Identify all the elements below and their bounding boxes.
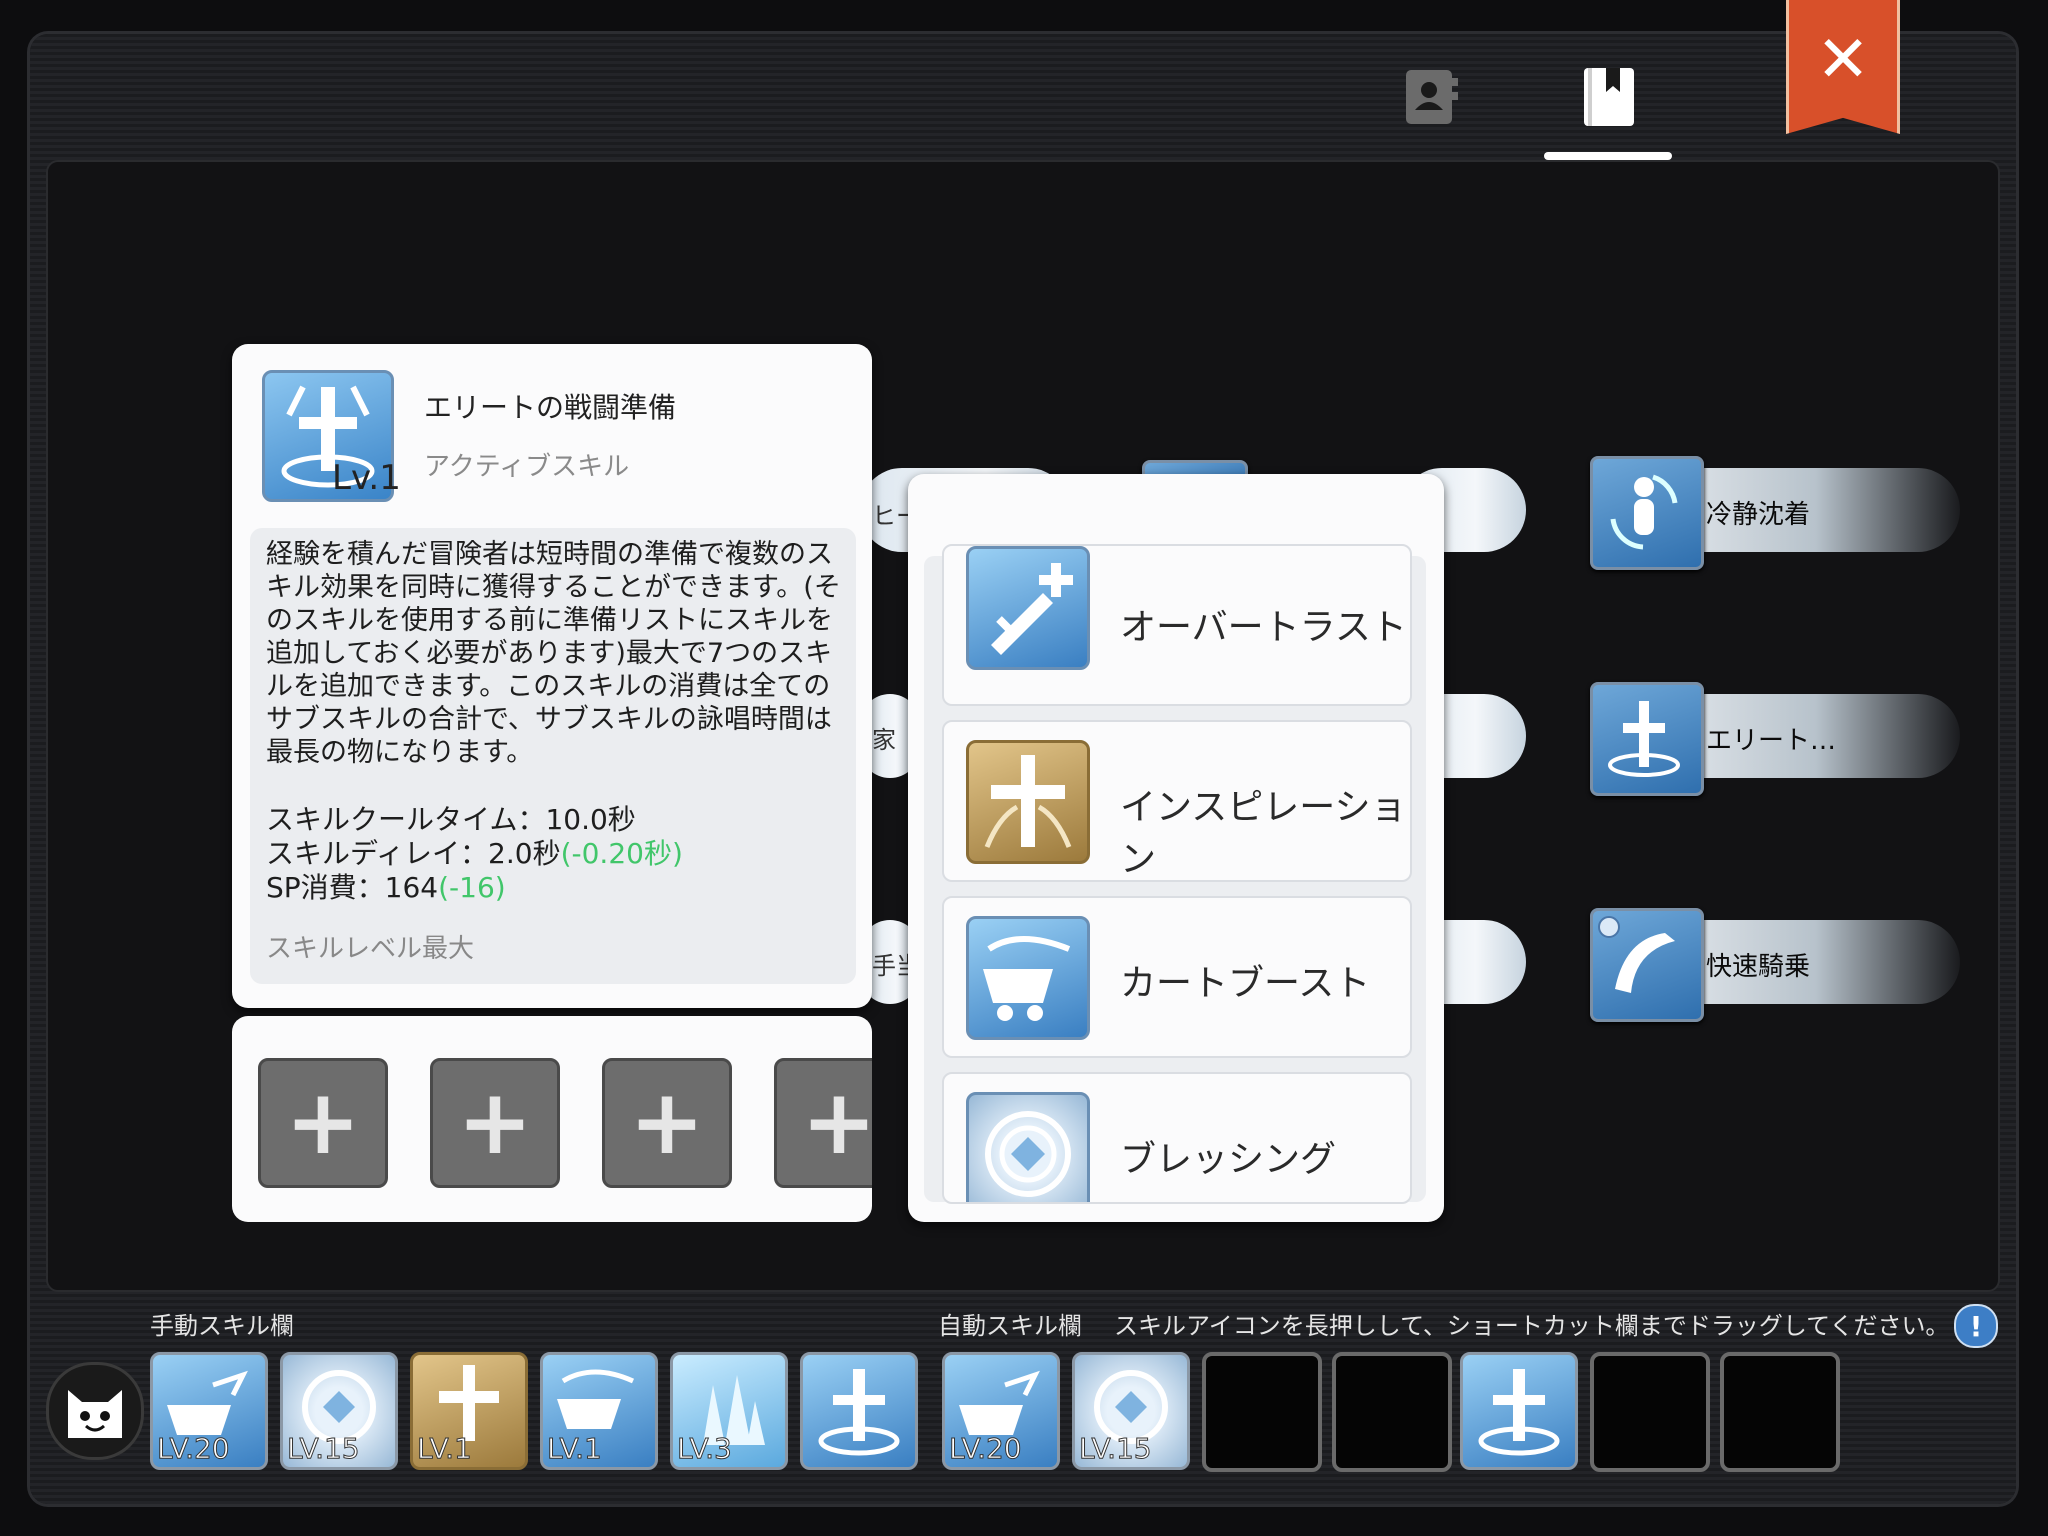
elite-prep-icon	[818, 1369, 900, 1456]
slot-level: LV.1	[547, 1432, 603, 1466]
cat-avatar[interactable]	[46, 1362, 144, 1460]
active-tab-indicator	[1544, 152, 1672, 160]
add-skill-slot-3[interactable]: +	[602, 1058, 732, 1188]
delay-bonus: (-0.20秒)	[560, 837, 683, 870]
plus-icon: +	[629, 1070, 705, 1175]
tab-profile[interactable]	[1396, 62, 1466, 132]
fast-riding-tree-icon[interactable]	[1590, 908, 1704, 1022]
slot-level: LV.3	[677, 1432, 733, 1466]
manual-slot-5[interactable]: LV.3	[670, 1352, 788, 1470]
skill-option-overtrust[interactable]: オーバートラスト	[942, 544, 1412, 706]
close-icon: ✕	[1816, 23, 1870, 97]
slot-level: LV.1	[417, 1432, 473, 1466]
plus-icon: +	[801, 1070, 872, 1175]
skill-option-label: カートブースト	[1120, 963, 1371, 1004]
tree-skill-label-calm: 冷静沈着	[1706, 500, 1811, 530]
tree-skill-label-riding: 快速騎乗	[1706, 952, 1811, 982]
plus-icon: +	[285, 1070, 361, 1175]
bookmark-book-icon	[1584, 68, 1634, 126]
auto-slot-1[interactable]: LV.20	[942, 1352, 1060, 1470]
cart-icon	[966, 916, 1090, 1040]
detail-skill-name: エリートの戦闘準備	[424, 391, 677, 424]
stat-sp: SP消費：164(-16)	[266, 871, 506, 904]
info-icon[interactable]: !	[1954, 1304, 1998, 1348]
manual-slot-4[interactable]: LV.1	[540, 1352, 658, 1470]
auto-slot-7[interactable]	[1720, 1352, 1840, 1472]
auto-skill-bar-label: 自動スキル欄	[938, 1312, 1082, 1340]
auto-slot-2[interactable]: LV.15	[1072, 1352, 1190, 1470]
skill-option-label: ブレッシング	[1120, 1139, 1337, 1180]
manual-skill-bar-label: 手動スキル欄	[150, 1312, 294, 1340]
prep-slot-panel: + + + +	[232, 1016, 872, 1222]
tree-skill-label-elite: エリート…	[1706, 726, 1837, 756]
sword-plus-icon	[966, 546, 1090, 670]
cat-face-icon	[68, 1390, 122, 1438]
elite-prep-icon	[1478, 1369, 1560, 1456]
manual-slot-1[interactable]: LV.20	[150, 1352, 268, 1470]
slot-level: LV.15	[287, 1432, 361, 1466]
tab-skills[interactable]	[1574, 62, 1644, 132]
blessing-icon	[966, 1092, 1090, 1202]
slot-level: LV.15	[1079, 1432, 1153, 1466]
plus-icon: +	[457, 1070, 533, 1175]
tree-fragment-2: 家	[872, 726, 896, 754]
elite-prep-tree-icon[interactable]	[1590, 682, 1704, 796]
skill-option-cartboost[interactable]: カートブースト	[942, 896, 1412, 1058]
slot-level: LV.20	[949, 1432, 1023, 1466]
add-skill-slot-4[interactable]: +	[774, 1058, 872, 1188]
sp-bonus: (-16)	[438, 871, 506, 904]
max-level-note: スキルレベル最大	[266, 934, 475, 964]
skill-option-blessing[interactable]: ブレッシング	[942, 1072, 1412, 1204]
skill-option-label: オーバートラスト	[1120, 607, 1407, 648]
close-button[interactable]: ✕	[1786, 0, 1900, 134]
manual-slot-6[interactable]	[800, 1352, 918, 1470]
detail-skill-type: アクティブスキル	[424, 452, 630, 482]
manual-slot-2[interactable]: LV.15	[280, 1352, 398, 1470]
contact-book-icon	[1406, 70, 1458, 124]
skill-description: 経験を積んだ冒険者は短時間の準備で複数のスキル効果を同時に獲得することができます…	[266, 539, 841, 768]
auto-slot-5[interactable]	[1460, 1352, 1578, 1470]
detail-level: Lv.1	[332, 458, 401, 498]
slot-level: LV.20	[157, 1432, 231, 1466]
auto-slot-6[interactable]	[1590, 1352, 1710, 1472]
golden-cross-icon	[966, 740, 1090, 864]
calm-skill-icon[interactable]	[1590, 456, 1704, 570]
skill-option-inspiration[interactable]: インスピレーション	[942, 720, 1412, 882]
add-skill-slot-2[interactable]: +	[430, 1058, 560, 1188]
skill-option-label: インスピレーション	[1120, 787, 1407, 880]
manual-slot-3[interactable]: LV.1	[410, 1352, 528, 1470]
add-skill-slot-1[interactable]: +	[258, 1058, 388, 1188]
auto-slot-4[interactable]	[1332, 1352, 1452, 1472]
drag-hint: スキルアイコンを長押しして、ショートカット欄までドラッグしてください。	[1114, 1312, 1950, 1340]
auto-slot-3[interactable]	[1202, 1352, 1322, 1472]
